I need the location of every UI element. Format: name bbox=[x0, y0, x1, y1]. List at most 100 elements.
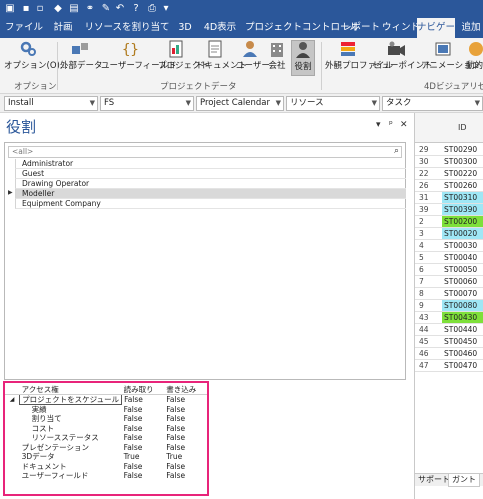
search-icon[interactable]: ⌕ bbox=[394, 146, 399, 156]
document-button[interactable]: ドキュメント bbox=[196, 40, 247, 76]
user-field-button[interactable]: {} ユーザーフィールド bbox=[101, 40, 177, 76]
table-row[interactable]: ユーザーフィールド False False bbox=[5, 471, 207, 481]
row-number: 7 bbox=[419, 277, 424, 286]
grid-row[interactable]: 43 ST00430 bbox=[415, 312, 483, 324]
tab-assign-resources[interactable]: リソースを割り当て bbox=[84, 18, 170, 38]
grid-row[interactable]: 26 ST00260 bbox=[415, 180, 483, 192]
task-combo[interactable]: タスク ▼ bbox=[382, 96, 483, 111]
role-item[interactable]: Administrator bbox=[15, 159, 406, 169]
table-row[interactable]: リソースステータス False False bbox=[5, 433, 207, 443]
role-item[interactable]: Equipment Company bbox=[15, 199, 406, 209]
grid-row[interactable]: 5 ST00040 bbox=[415, 252, 483, 264]
access-write[interactable]: False bbox=[164, 414, 207, 424]
collapse-icon[interactable]: ◢ bbox=[5, 395, 20, 405]
grid-row[interactable]: 30 ST00300 bbox=[415, 156, 483, 168]
dynamic-button[interactable]: 動的 bbox=[466, 40, 483, 76]
grid-row[interactable]: 46 ST00460 bbox=[415, 348, 483, 360]
dropdown-icon[interactable]: ▾ bbox=[160, 2, 172, 15]
tab-navigator[interactable]: ナビゲータ bbox=[417, 18, 465, 38]
user-button[interactable]: ユーザー bbox=[236, 40, 270, 76]
close-icon[interactable]: ✕ bbox=[400, 120, 408, 130]
access-write[interactable]: False bbox=[164, 443, 207, 453]
save-icon[interactable]: ▪ bbox=[20, 2, 32, 15]
grid-row[interactable]: 8 ST00070 bbox=[415, 288, 483, 300]
access-read[interactable]: False bbox=[122, 443, 165, 453]
tab-window[interactable]: ウィンドウ bbox=[382, 18, 430, 38]
grid-row[interactable]: 39 ST00390 bbox=[415, 204, 483, 216]
calendar-icon[interactable]: ▤ bbox=[68, 2, 80, 15]
access-write[interactable]: False bbox=[164, 405, 207, 415]
project-button[interactable]: プロジェクト bbox=[158, 40, 210, 76]
table-row[interactable]: 3Dデータ True True bbox=[5, 452, 207, 462]
grid-row[interactable]: 2 ST00200 bbox=[415, 216, 483, 228]
grid-row[interactable]: 31 ST00310 bbox=[415, 192, 483, 204]
relation-type-combo[interactable]: FS ▼ bbox=[100, 96, 194, 111]
grid-row[interactable]: 29 ST00290 bbox=[415, 144, 483, 156]
role-item[interactable]: Drawing Operator bbox=[15, 179, 406, 189]
access-read[interactable]: False bbox=[122, 462, 165, 472]
chevron-down-icon: ▼ bbox=[185, 99, 191, 107]
grid-row[interactable]: 7 ST00060 bbox=[415, 276, 483, 288]
viewpoint-button[interactable]: ビューポイント bbox=[373, 40, 433, 76]
tab-gantt[interactable]: ガント bbox=[448, 474, 480, 487]
tab-4d-view[interactable]: 4D表示 bbox=[202, 18, 238, 38]
options-button[interactable]: オプション(O)... bbox=[4, 40, 68, 76]
link-icon[interactable]: ⚭ bbox=[84, 2, 96, 15]
access-write[interactable]: False bbox=[164, 433, 207, 443]
table-row[interactable]: 割り当て False False bbox=[5, 414, 207, 424]
pin-icon[interactable]: ᵖ bbox=[389, 120, 393, 130]
column-header-id[interactable]: ID bbox=[458, 123, 467, 132]
tab-file[interactable]: ファイル bbox=[4, 18, 44, 38]
access-read[interactable]: False bbox=[122, 471, 165, 481]
tab-3d[interactable]: 3D bbox=[176, 18, 194, 38]
table-row[interactable]: ◢ プロジェクトをスケジュール False False bbox=[5, 394, 207, 405]
access-write[interactable]: False bbox=[164, 424, 207, 434]
access-read[interactable]: False bbox=[122, 405, 165, 415]
access-read[interactable]: False bbox=[122, 433, 165, 443]
role-button[interactable]: 役割 bbox=[291, 40, 315, 76]
table-row[interactable]: プレゼンテーション False False bbox=[5, 443, 207, 453]
install-combo[interactable]: Install ▼ bbox=[4, 96, 98, 111]
grid-row[interactable]: 6 ST00050 bbox=[415, 264, 483, 276]
access-write[interactable]: False bbox=[164, 462, 207, 472]
role-item-selected[interactable]: Modeller bbox=[15, 189, 406, 199]
external-data-button[interactable]: 外部データ bbox=[60, 40, 103, 76]
paint-icon[interactable]: ✎ bbox=[100, 2, 112, 15]
grid-row[interactable]: 45 ST00450 bbox=[415, 336, 483, 348]
access-read[interactable]: False bbox=[122, 414, 165, 424]
table-row[interactable]: コスト False False bbox=[5, 424, 207, 434]
grid-row[interactable]: 4 ST00030 bbox=[415, 240, 483, 252]
open-icon[interactable]: ◆ bbox=[52, 2, 64, 15]
grid-row[interactable]: 44 ST00440 bbox=[415, 324, 483, 336]
tab-plan[interactable]: 計画 bbox=[50, 18, 76, 38]
access-read[interactable]: True bbox=[122, 452, 165, 462]
grid-row[interactable]: 3 ST00020 bbox=[415, 228, 483, 240]
table-row[interactable]: ドキュメント False False bbox=[5, 462, 207, 472]
company-button[interactable]: 会社 bbox=[266, 40, 288, 76]
print-icon[interactable]: ⎙ bbox=[146, 2, 158, 15]
access-write[interactable]: False bbox=[164, 395, 207, 405]
animation-button[interactable]: アニメーション bbox=[421, 40, 480, 76]
access-write[interactable]: True bbox=[164, 452, 207, 462]
tab-add[interactable]: 追加 bbox=[459, 18, 483, 38]
access-read[interactable]: False bbox=[122, 395, 165, 405]
tab-report[interactable]: レポート bbox=[342, 18, 380, 38]
undo-icon[interactable]: ↶ bbox=[114, 2, 126, 15]
help-icon[interactable]: ? bbox=[130, 2, 142, 15]
access-read[interactable]: False bbox=[122, 424, 165, 434]
grid-row[interactable]: 9 ST00080 bbox=[415, 300, 483, 312]
grid-row[interactable]: 22 ST00220 bbox=[415, 168, 483, 180]
panel-menu-icon[interactable]: ▾ bbox=[376, 120, 381, 130]
gear-icon bbox=[20, 41, 36, 56]
role-filter-input[interactable]: <all> ⌕ bbox=[8, 146, 402, 158]
resource-combo[interactable]: リソース ▼ bbox=[286, 96, 380, 111]
calendar-combo[interactable]: Project Calendar ▼ bbox=[196, 96, 284, 111]
new-icon[interactable]: ▫ bbox=[34, 2, 46, 15]
grid-row[interactable]: 47 ST00470 bbox=[415, 360, 483, 372]
role-item[interactable]: Guest bbox=[15, 169, 406, 179]
tab-project-control[interactable]: プロジェクトコントロール bbox=[245, 18, 359, 38]
appearance-profile-button[interactable]: 外観プロファイル bbox=[325, 40, 393, 76]
access-write[interactable]: False bbox=[164, 471, 207, 481]
table-row[interactable]: 実績 False False bbox=[5, 405, 207, 415]
project-label: プロジェクト bbox=[158, 61, 210, 71]
